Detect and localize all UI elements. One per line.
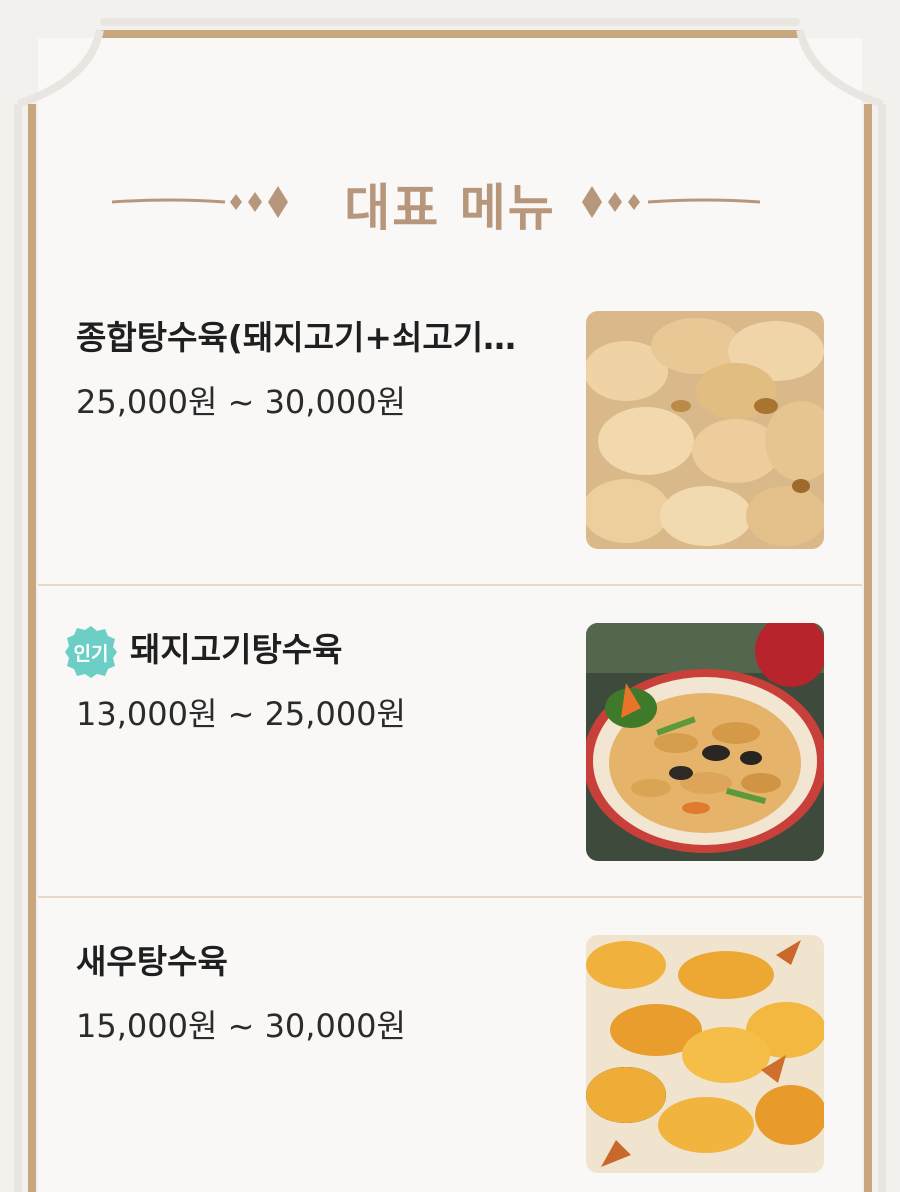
menu-item-price: 13,000원 ~ 25,000원 (76, 695, 406, 733)
menu-item-price: 25,000원 ~ 30,000원 (76, 383, 406, 421)
menu-item-shrimp-sweet-sour[interactable]: 새우탕수육 15,000원 ~ 30,000원 (38, 897, 862, 1192)
menu-item-pork-sweet-sour[interactable]: 인기 돼지고기탕수육 13,000원 ~ 25,000원 (38, 585, 862, 897)
section-title: 대표 메뉴 (344, 179, 556, 237)
menu-item-price: 15,000원 ~ 30,000원 (76, 1007, 406, 1045)
sweet-and-sour-pork-plate-photo[interactable] (586, 623, 824, 861)
menu-item-name: 돼지고기탕수육 (130, 630, 343, 669)
fried-pork-and-beef-photo[interactable] (586, 311, 824, 549)
popular-badge-label: 인기 (73, 643, 109, 665)
fried-shrimp-photo[interactable] (586, 935, 824, 1173)
menu-item-combo-sweet-sour[interactable]: 종합탕수육(돼지고기+쇠고기… 25,000원 ~ 30,000원 (38, 273, 862, 585)
menu-item-name: 종합탕수육(돼지고기+쇠고기… (76, 318, 517, 357)
menu-item-name: 새우탕수육 (76, 942, 228, 981)
